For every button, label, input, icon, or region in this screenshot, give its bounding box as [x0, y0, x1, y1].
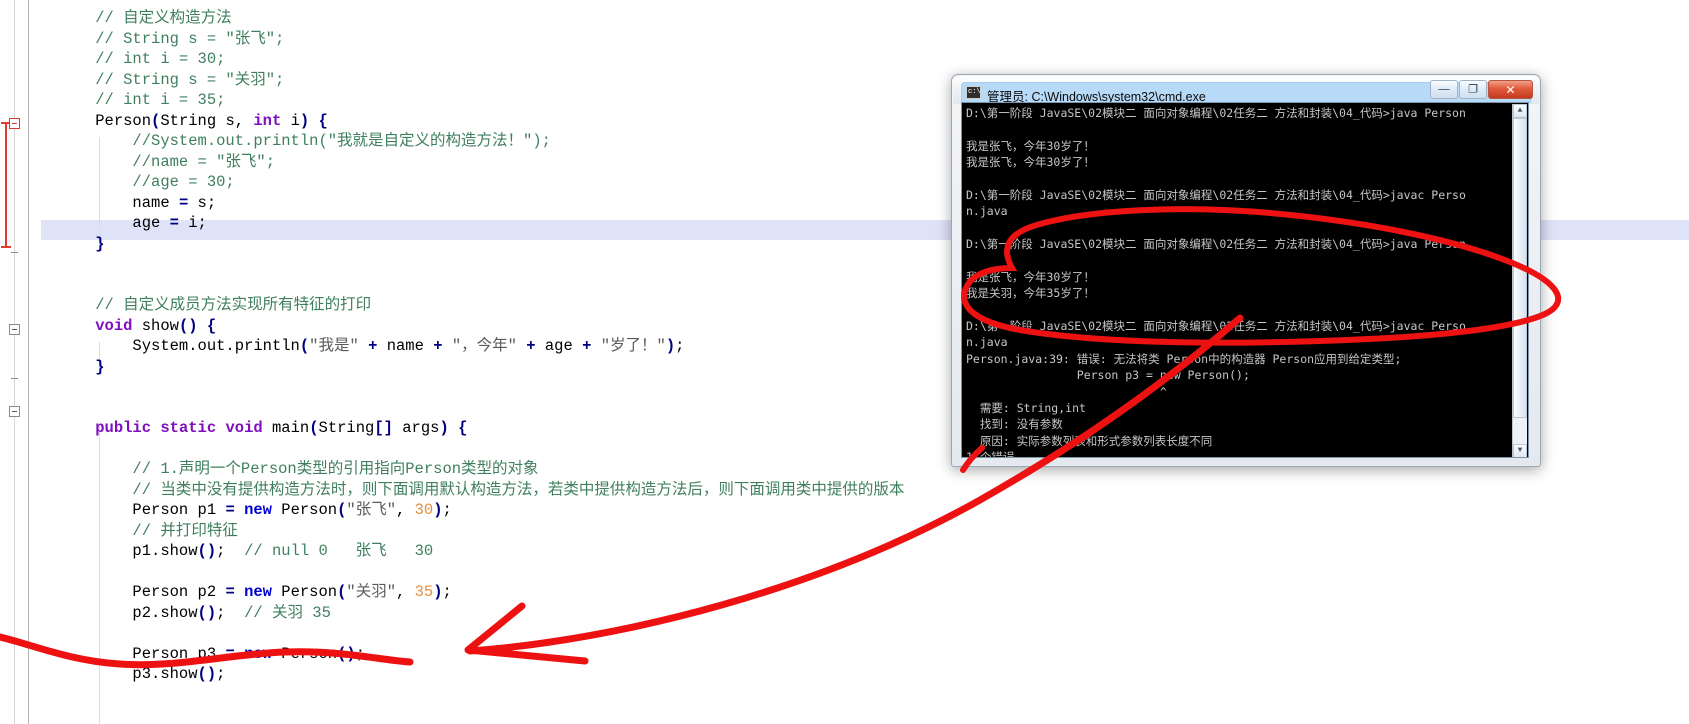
code-line: // 自定义构造方法 [95, 9, 232, 27]
editor-left-margin [0, 0, 15, 724]
change-marker-cap-bottom [1, 246, 11, 248]
console-line: n.java [966, 204, 1008, 219]
change-marker-bar [5, 122, 7, 248]
fold-toggle-constructor[interactable] [9, 118, 20, 129]
code-line: // String s = "张飞"; [95, 29, 285, 48]
console-line: 找到: 没有参数 [966, 417, 1063, 432]
close-button[interactable]: ✕ [1488, 80, 1533, 99]
code-line: } [95, 357, 105, 376]
code-text[interactable]: // 自定义构造方法 // String s = "张飞"; // int i … [58, 8, 904, 685]
code-line: // int i = 30; [95, 50, 226, 68]
console-line: ^ [966, 384, 1167, 399]
fold-toggle-main-method[interactable] [9, 406, 20, 417]
console-output-area[interactable]: D:\第一阶段 JavaSE\02模块二 面向对象编程\02任务二 方法和封装\… [961, 102, 1529, 458]
console-line: Person p3 = new Person(); [966, 368, 1250, 383]
console-text: D:\第一阶段 JavaSE\02模块二 面向对象编程\02任务二 方法和封装\… [966, 105, 1518, 458]
code-line: p3.show(); [132, 665, 226, 683]
maximize-icon: ❐ [1468, 83, 1478, 95]
console-line: D:\第一阶段 JavaSE\02模块二 面向对象编程\02任务二 方法和封装\… [966, 106, 1466, 120]
console-line: 我是张飞，今年30岁了！ [966, 138, 1095, 153]
console-line: D:\第一阶段 JavaSE\02模块二 面向对象编程\02任务二 方法和封装\… [966, 319, 1466, 334]
console-line: D:\第一阶段 JavaSE\02模块二 面向对象编程\02任务二 方法和封装\… [966, 237, 1466, 252]
console-line: 我是张飞，今年30岁了！ [966, 269, 1095, 284]
code-line: // 当类中没有提供构造方法时，则下面调用默认构造方法，若类中提供构造方法后，则… [132, 480, 905, 499]
code-line: //name = "张飞"; [132, 152, 276, 171]
fold-rail [28, 0, 29, 724]
scroll-down-arrow[interactable]: ▼ [1513, 444, 1527, 457]
code-line: p2.show(); // 关羽 35 [132, 603, 331, 622]
minimize-button[interactable]: — [1430, 80, 1458, 99]
code-line: Person(String s, int i) { [95, 111, 328, 130]
console-line: 我是关羽，今年35岁了！ [966, 286, 1095, 301]
code-line: // 并打印特征 [132, 521, 238, 540]
code-line: name = s; [132, 193, 217, 212]
console-icon: c:\ [966, 86, 981, 99]
code-line: //System.out.println("我就是自定义的构造方法！"); [132, 132, 551, 150]
code-line: Person p1 = new Person("张飞", 30); [132, 501, 452, 519]
code-line: p1.show(); // null 0 张飞 30 [132, 542, 434, 560]
cmd-title-bar[interactable]: c:\ 管理员: C:\Windows\system32\cmd.exe — ❐… [953, 76, 1539, 104]
code-line: age = i; [132, 214, 207, 232]
console-line: n.java [966, 335, 1008, 350]
console-line: 我是张飞，今年30岁了！ [966, 155, 1095, 170]
console-line: 需要: String,int [966, 401, 1086, 416]
minimize-icon: — [1438, 83, 1450, 95]
code-line: } [95, 234, 105, 253]
code-line: // 1.声明一个Person类型的引用指向Person类型的对象 [132, 460, 539, 478]
close-icon: ✕ [1505, 82, 1516, 97]
scrollbar-thumb[interactable] [1513, 118, 1527, 418]
console-line: 原因: 实际参数列表和形式参数列表长度不同 [966, 433, 1213, 448]
editor-fold-gutter[interactable] [15, 0, 41, 724]
command-prompt-window[interactable]: c:\ 管理员: C:\Windows\system32\cmd.exe — ❐… [951, 74, 1541, 467]
scroll-up-arrow[interactable]: ▲ [1513, 104, 1527, 118]
code-line: System.out.println("我是" + name + "，今年" +… [132, 337, 685, 355]
console-line: 1 个错误 [966, 450, 1015, 458]
console-line: Person.java:39: 错误: 无法将类 Person中的构造器 Per… [966, 351, 1402, 366]
code-line: //age = 30; [132, 173, 235, 191]
console-line: D:\第一阶段 JavaSE\02模块二 面向对象编程\02任务二 方法和封装\… [966, 187, 1466, 202]
window-controls[interactable]: — ❐ ✕ [1430, 80, 1533, 99]
maximize-button[interactable]: ❐ [1459, 80, 1487, 99]
console-scrollbar[interactable]: ▲ ▼ [1512, 104, 1527, 457]
code-line: Person p2 = new Person("关羽", 35); [132, 583, 452, 601]
fold-end-tick-constructor [11, 252, 18, 253]
code-line: public static void main(String[] args) { [95, 419, 468, 437]
code-line: // int i = 35; [95, 91, 226, 109]
code-line: // String s = "关羽"; [95, 70, 285, 89]
code-line: // 自定义成员方法实现所有特征的打印 [95, 296, 372, 314]
fold-toggle-show-method[interactable] [9, 324, 20, 335]
code-line: Person p3 = new Person(); [132, 644, 366, 663]
fold-end-tick-show [11, 378, 18, 379]
code-line: void show() { [95, 316, 217, 335]
